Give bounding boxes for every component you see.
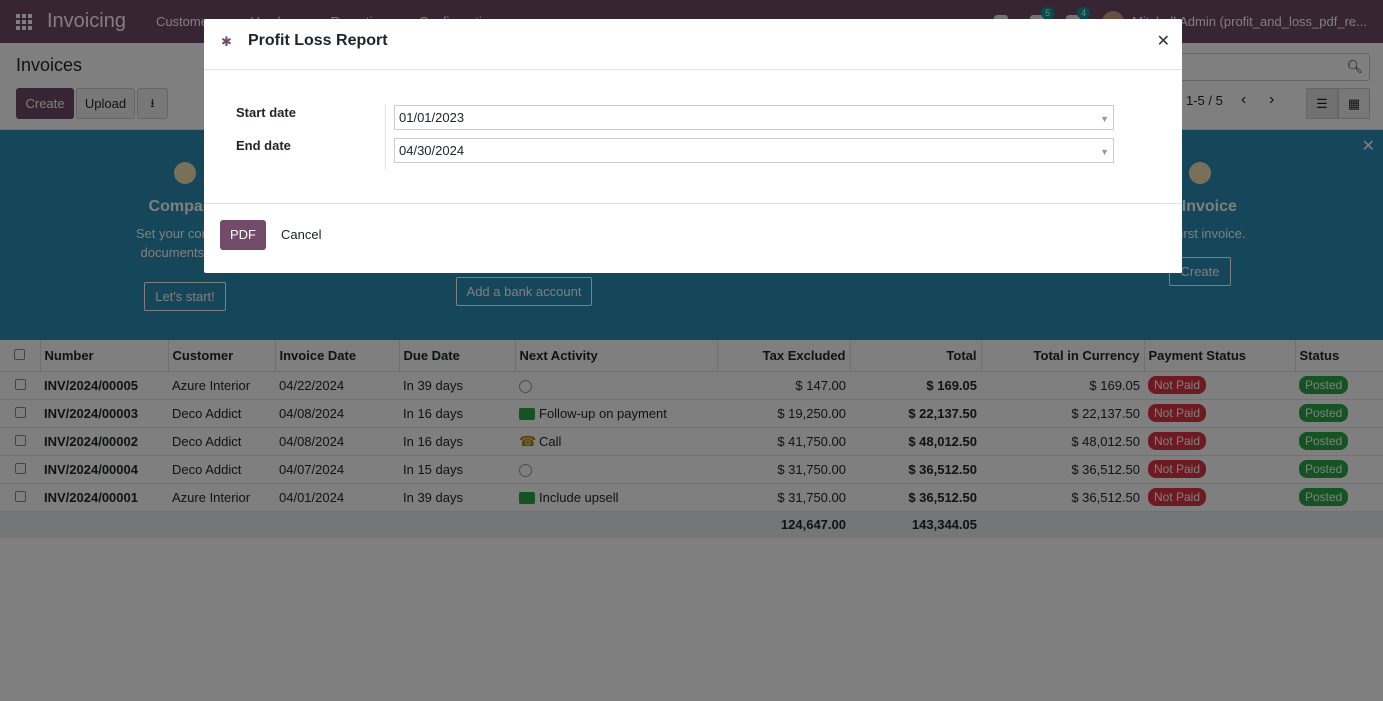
pdf-button[interactable]: PDF [220,220,266,250]
cancel-button[interactable]: Cancel [279,220,323,250]
modal-footer: PDF Cancel [204,204,1182,272]
start-date-value: 01/01/2023 [399,110,465,125]
chevron-down-icon[interactable]: ▼ [1100,141,1109,164]
end-date-label: End date [236,138,291,153]
bug-icon: ✱ [221,34,232,49]
chevron-down-icon[interactable]: ▼ [1100,108,1109,131]
close-icon[interactable]: ✕ [1157,31,1170,51]
field-separator [385,104,386,170]
start-date-field[interactable]: 01/01/2023 ▼ [394,105,1114,130]
start-date-label: Start date [236,105,296,120]
end-date-field[interactable]: 04/30/2024 ▼ [394,138,1114,163]
profit-loss-report-dialog: ✱ Profit Loss Report ✕ Start date End da… [204,19,1182,273]
modal-body: Start date End date 01/01/2023 ▼ 04/30/2… [204,70,1182,204]
modal-title: Profit Loss Report [248,32,388,49]
end-date-value: 04/30/2024 [399,143,465,158]
modal-header: ✱ Profit Loss Report ✕ [204,19,1182,70]
